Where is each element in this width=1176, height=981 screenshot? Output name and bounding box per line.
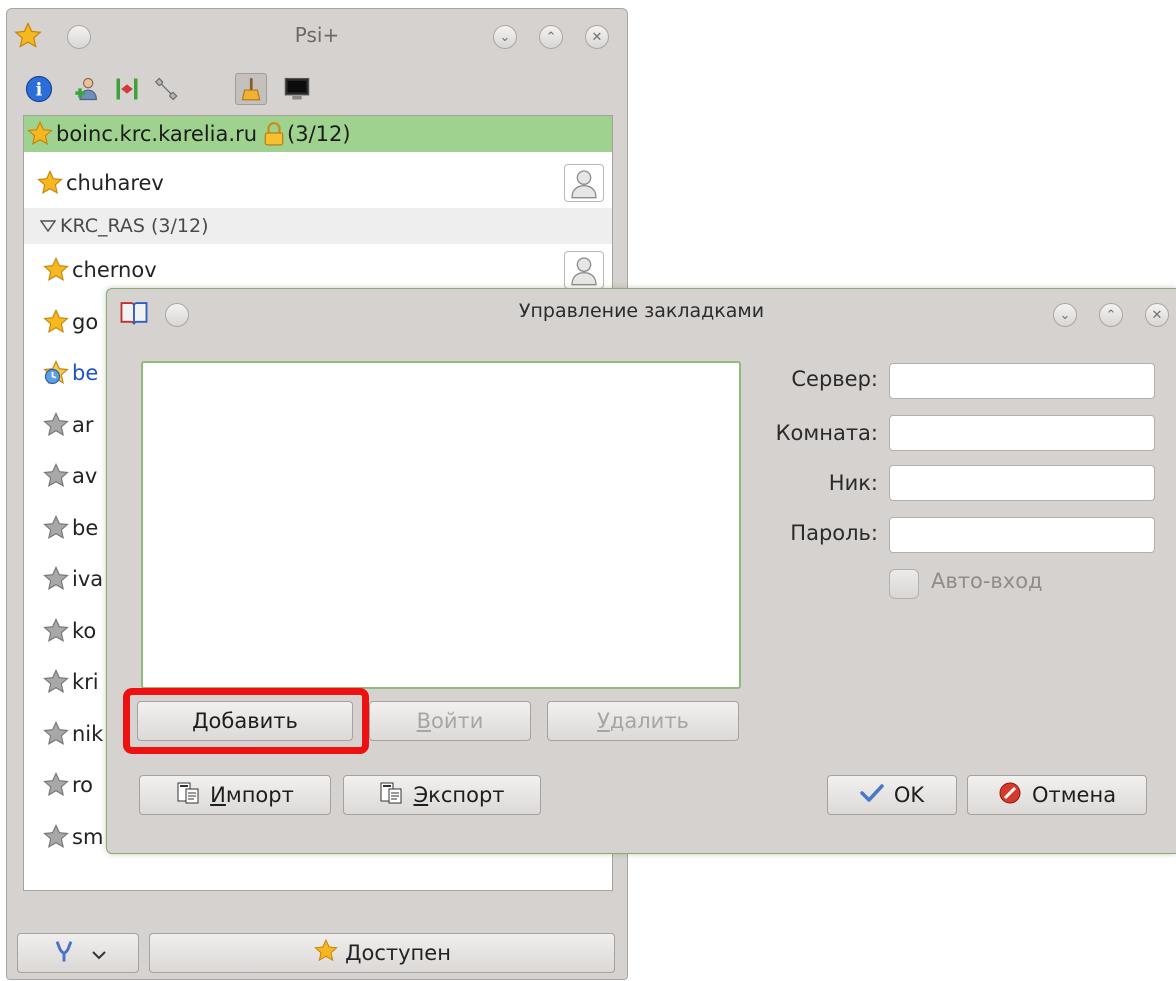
offline-star-icon — [42, 565, 70, 593]
online-star-icon — [26, 120, 54, 148]
offline-star-icon — [42, 668, 70, 696]
server-label: Сервер: — [791, 367, 878, 391]
main-menu-button[interactable] — [17, 933, 139, 973]
minimize-button[interactable]: ⌄ — [493, 25, 517, 49]
export-mnemonic: Э — [413, 783, 429, 807]
contact-row[interactable]: chuharev — [24, 163, 612, 203]
svg-text:i: i — [36, 80, 43, 100]
account-row[interactable]: boinc.krc.karelia.ru (3/12) — [24, 116, 612, 152]
ok-label: OK — [893, 783, 925, 807]
transfer-icon[interactable] — [111, 73, 143, 105]
remove-mnemonic: У — [597, 709, 610, 733]
status-button[interactable]: Доступен — [149, 933, 615, 973]
join-button[interactable]: Войти — [369, 701, 531, 741]
highlight-box — [123, 688, 369, 754]
export-button[interactable]: Экспорт — [343, 775, 541, 815]
psi-logo-icon — [50, 937, 78, 970]
offline-star-icon — [42, 823, 70, 851]
lock-icon — [263, 122, 285, 146]
contact-name: chuharev — [66, 171, 164, 195]
contact-name: nik — [72, 721, 104, 746]
contact-name: av — [72, 464, 98, 488]
bookmark-dialog: Управление закладками ⌄ ⌃ ✕ Сервер: Комн… — [106, 288, 1176, 854]
wrench-icon[interactable] — [149, 73, 181, 105]
contact-name: chernov — [72, 258, 157, 282]
export-label: кспорт — [428, 783, 505, 807]
room-label: Комната: — [775, 421, 878, 445]
autojoin-label: Авто-вход — [931, 569, 1043, 593]
nick-input[interactable] — [889, 465, 1155, 501]
server-input[interactable] — [889, 363, 1155, 399]
avatar — [564, 164, 604, 202]
away-star-icon — [42, 359, 70, 387]
cancel-button[interactable]: Отмена — [967, 775, 1147, 815]
group-row[interactable]: KRC_RAS (3/12) — [24, 208, 612, 244]
triangle-down-icon — [40, 220, 56, 232]
close-button[interactable]: ✕ — [1145, 303, 1169, 327]
remove-label: далить — [609, 709, 689, 733]
maximize-button[interactable]: ⌃ — [539, 25, 563, 49]
info-icon[interactable]: i — [23, 73, 55, 105]
offline-star-icon — [42, 462, 70, 490]
join-label: ойти — [431, 709, 484, 733]
online-star-icon — [42, 256, 70, 284]
avatar — [564, 251, 604, 289]
offline-star-icon — [42, 617, 70, 645]
online-star-icon — [313, 938, 339, 969]
console-icon[interactable] — [281, 73, 313, 105]
close-button[interactable]: ✕ — [585, 25, 609, 49]
account-count: (3/12) — [287, 122, 351, 146]
room-input[interactable] — [889, 415, 1155, 451]
bookmark-list[interactable] — [141, 361, 741, 689]
chevron-down-icon — [92, 941, 106, 965]
contact-name: kri — [72, 670, 99, 694]
password-input[interactable] — [889, 517, 1155, 553]
contact-name: go — [72, 309, 99, 334]
broom-icon[interactable] — [235, 73, 267, 105]
offline-star-icon — [42, 411, 70, 439]
join-mnemonic: В — [416, 709, 432, 733]
import-button[interactable]: Импорт — [139, 775, 331, 815]
account-name: boinc.krc.karelia.ru — [56, 122, 258, 146]
contact-name: ar — [72, 412, 94, 437]
ok-button[interactable]: OK — [827, 775, 957, 815]
contact-name: be — [72, 515, 99, 540]
contact-name: ro — [72, 773, 94, 797]
title-bar[interactable]: Psi+ ⌄ ⌃ ✕ — [7, 9, 627, 61]
cancel-label: Отмена — [1031, 783, 1117, 807]
online-star-icon — [42, 308, 70, 336]
contact-row[interactable]: chernov — [24, 250, 612, 290]
group-name: KRC_RAS (3/12) — [60, 215, 209, 237]
status-bar: Доступен — [17, 933, 615, 975]
export-icon — [379, 781, 403, 810]
minimize-button[interactable]: ⌄ — [1053, 303, 1077, 327]
online-star-icon — [36, 169, 64, 197]
contact-name: ko — [72, 618, 97, 643]
cancel-icon — [998, 781, 1022, 810]
nick-label: Ник: — [828, 471, 878, 495]
contact-name: iva — [72, 567, 104, 591]
window-title: Psi+ — [294, 23, 340, 47]
offline-star-icon — [42, 771, 70, 799]
contact-name: be — [72, 361, 99, 385]
contact-name: sm — [72, 824, 104, 849]
import-label: мпорт — [225, 783, 294, 807]
offline-star-icon — [42, 720, 70, 748]
maximize-button[interactable]: ⌃ — [1099, 303, 1123, 327]
dialog-title: Управление закладками — [518, 300, 765, 322]
dialog-title-bar[interactable]: Управление закладками ⌄ ⌃ ✕ — [107, 289, 1176, 341]
add-contact-icon[interactable] — [71, 73, 103, 105]
import-icon — [176, 781, 200, 810]
checkmark-icon — [860, 783, 884, 808]
autojoin-checkbox[interactable] — [889, 569, 919, 599]
import-mnemonic: И — [210, 783, 226, 807]
remove-button[interactable]: Удалить — [547, 701, 739, 741]
status-label: Доступен — [345, 941, 451, 965]
password-label: Пароль: — [790, 521, 878, 545]
offline-star-icon — [42, 514, 70, 542]
